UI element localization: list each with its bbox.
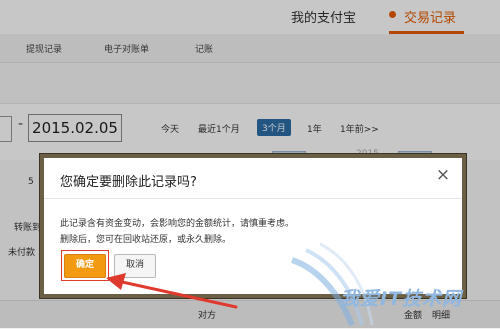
watermark-text: 我爱IT技术网 <box>340 288 463 310</box>
dialog-title: 您确定要删除此记录吗? <box>60 175 197 190</box>
confirm-button[interactable]: 确定 <box>64 254 106 278</box>
delete-confirm-dialog: 您确定要删除此记录吗? × 此记录含有资金变动，会影响您的金额统计，请慎重考虑。… <box>40 154 466 298</box>
dialog-divider <box>44 198 462 199</box>
cancel-button[interactable]: 取消 <box>114 254 156 278</box>
dialog-message-line-2: 删除后，您可在回收站还原，或永久删除。 <box>60 235 232 245</box>
close-icon[interactable]: × <box>434 166 452 184</box>
dialog-message-line-1: 此记录含有资金变动，会影响您的金额统计，请慎重考虑。 <box>60 219 295 229</box>
